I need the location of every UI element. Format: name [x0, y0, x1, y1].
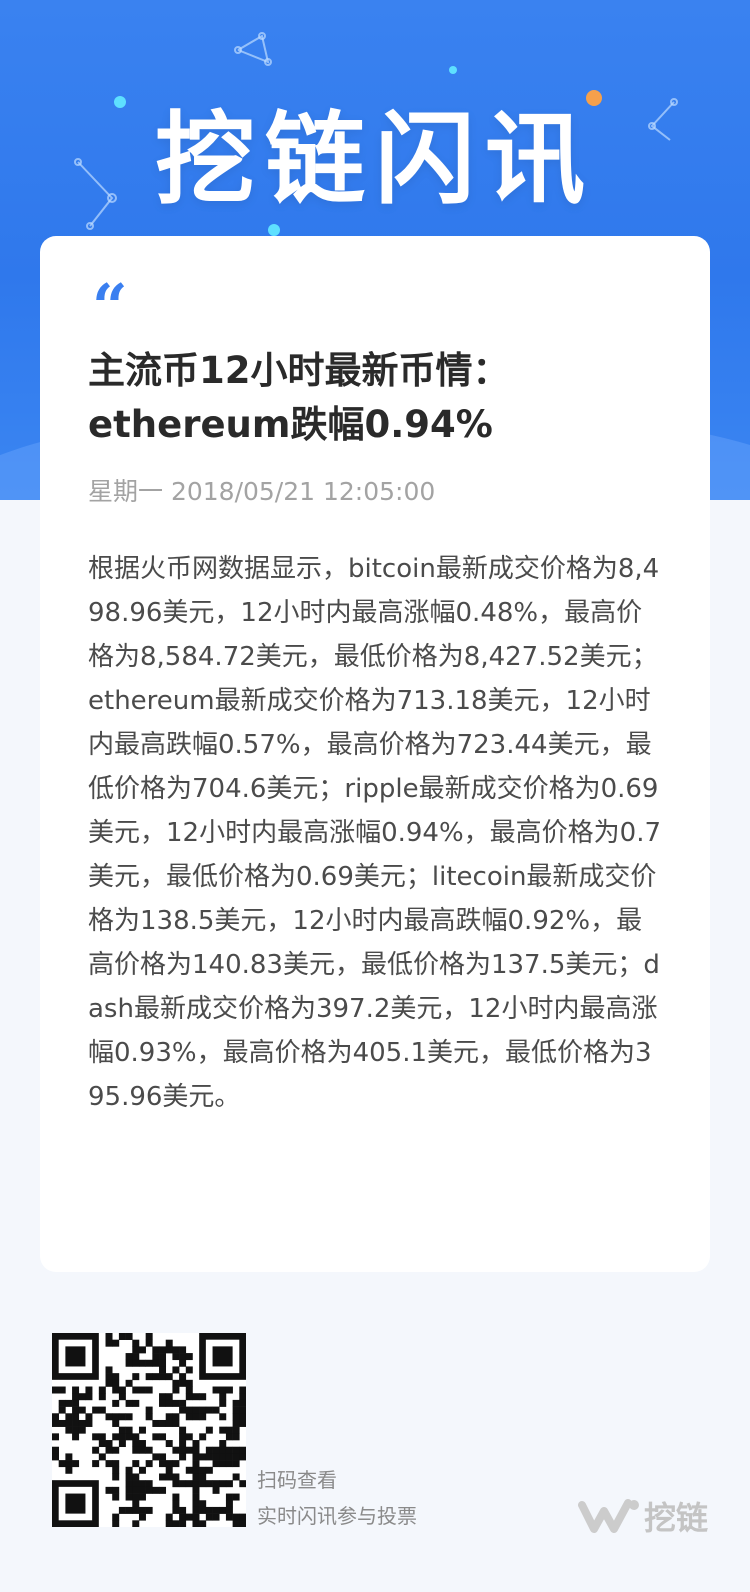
news-body: 根据火币网数据显示，bitcoin最新成交价格为8,498.96美元，12小时内…	[88, 554, 662, 1112]
qr-finder-square	[52, 1333, 99, 1380]
cyan-dot	[449, 66, 457, 74]
news-date: 星期一 2018/05/21 12:05:00	[88, 477, 436, 506]
news-headline: 主流币12小时最新币情：ethereum跌幅0.94%	[88, 349, 510, 446]
brand-name: 挖链	[644, 1499, 709, 1537]
news-card: “ 主流币12小时最新币情：ethereum跌幅0.94% 星期一 2018/0…	[40, 236, 710, 1272]
qr-finder-square	[52, 1480, 99, 1527]
qr-finder-square	[199, 1333, 246, 1380]
banner-title: 挖链闪讯	[155, 101, 595, 218]
brand-logo: 挖链	[578, 1496, 709, 1537]
cyan-dot	[268, 224, 280, 236]
quote-icon: “	[92, 270, 128, 343]
qr-code-icon[interactable]	[52, 1333, 246, 1527]
scan-subhint: 实时闪讯参与投票	[257, 1504, 417, 1528]
scan-hint: 扫码查看	[257, 1468, 337, 1492]
wakuang-logo-icon	[578, 1499, 639, 1533]
